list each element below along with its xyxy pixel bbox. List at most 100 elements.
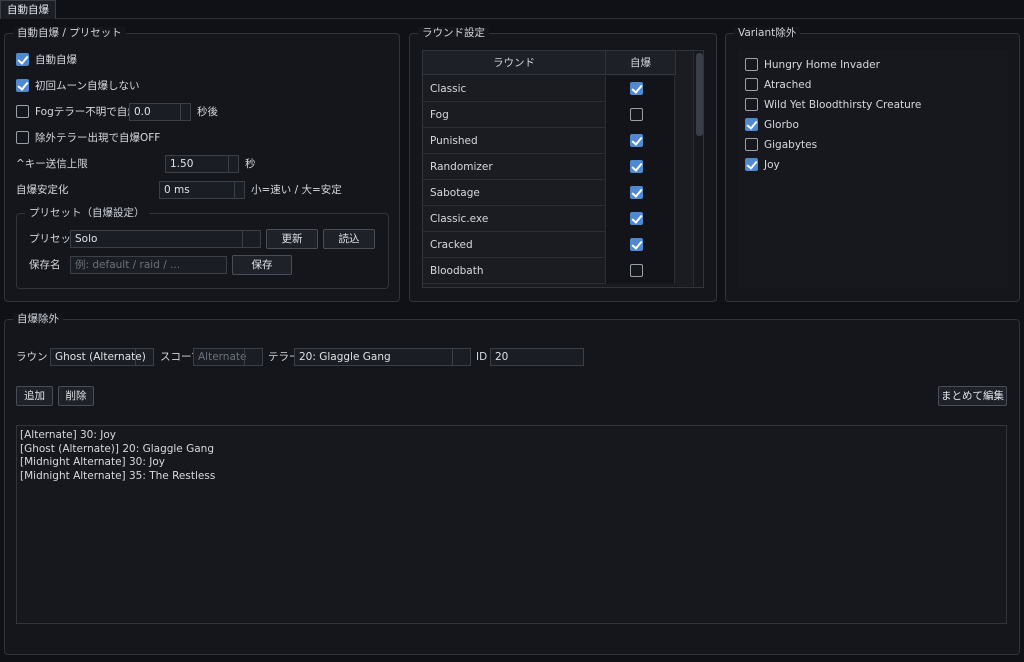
auto-cell[interactable] [606,258,675,284]
preset-group-title: プリセット（自爆設定） [25,207,149,220]
round-grid-scroll-thumb[interactable] [696,53,703,136]
variant-checkbox[interactable] [745,78,758,91]
round-name-cell[interactable]: Bloodbath [423,258,606,284]
stabilize-label: 自爆安定化 [16,184,69,196]
fog-seconds-spinner[interactable]: 0.0 [129,103,191,121]
exclude-off-label: 除外テラー出現で自爆OFF [35,132,161,144]
variant-checkbox[interactable] [745,158,758,171]
chevron-down-icon[interactable] [452,349,470,365]
skip-first-moon-label: 初回ムーン自爆しない [35,80,140,92]
round-filter-select[interactable]: Ghost (Alternate) [50,348,154,366]
chevron-down-icon[interactable] [135,349,153,365]
auto-column-header[interactable]: 自爆 [606,51,676,75]
preset-load-button[interactable]: 読込 [323,229,375,249]
round-name-cell[interactable]: Sabotage [423,180,606,206]
round-auto-checkbox[interactable] [630,186,643,199]
id-label: ID [476,351,488,363]
table-row[interactable]: Punished [423,128,675,154]
bulk-edit-button[interactable]: まとめて編集 [938,386,1007,406]
round-name-cell[interactable]: Cracked [423,232,606,258]
auto-cell[interactable] [606,232,675,258]
auto-cell[interactable] [606,76,675,102]
stabilize-spin-buttons[interactable] [234,182,244,198]
round-name-cell[interactable]: Fog [423,102,606,128]
save-name-input[interactable]: 例: default / raid / ... [70,256,227,274]
auto-enable-checkbox[interactable] [16,53,29,66]
fog-seconds-spin-buttons[interactable] [180,104,190,120]
round-settings-group-title: ラウンド設定 [418,27,489,40]
scope-select[interactable]: Alternate [193,348,263,366]
round-auto-checkbox[interactable] [630,264,643,277]
key-limit-label: ^キー送信上限 [16,158,88,170]
round-auto-checkbox[interactable] [630,108,643,121]
table-row[interactable]: Classic [423,76,675,102]
stabilize-value: 0 ms [164,184,190,196]
auto-cell[interactable] [606,128,675,154]
round-auto-checkbox[interactable] [630,238,643,251]
skip-first-moon-checkbox[interactable] [16,79,29,92]
auto-cell[interactable] [606,102,675,128]
key-limit-spin-buttons[interactable] [228,156,238,172]
terror-select[interactable]: 20: Glaggle Gang [294,348,471,366]
round-name-cell[interactable]: Classic [423,76,606,102]
round-auto-checkbox[interactable] [630,160,643,173]
preset-save-button[interactable]: 保存 [232,255,292,275]
preset-select-value: Solo [75,233,98,245]
auto-cell[interactable] [606,206,675,232]
variant-checkbox[interactable] [745,98,758,111]
variant-label: Wild Yet Bloodthirsty Creature [764,99,922,111]
auto-cell[interactable] [606,154,675,180]
table-row[interactable]: Fog [423,102,675,128]
list-item[interactable]: [Midnight Alternate] 30: Joy [20,456,165,469]
key-limit-spinner[interactable]: 1.50 [165,155,239,173]
variant-label: Hungry Home Invader [764,59,880,71]
tab-bar: 自動自爆 [0,0,1024,19]
preset-update-button[interactable]: 更新 [266,229,318,249]
terror-value: 20: Glaggle Gang [299,351,391,363]
round-name-cell[interactable]: Punished [423,128,606,154]
scope-placeholder: Alternate [198,351,247,363]
id-input[interactable]: 20 [490,348,584,366]
auto-cell[interactable] [606,180,675,206]
chevron-down-icon[interactable] [242,231,260,247]
delete-exclusion-button[interactable]: 削除 [58,386,94,406]
round-filter-value: Ghost (Alternate) [55,351,146,363]
round-auto-checkbox[interactable] [630,134,643,147]
stabilize-hint: 小=速い / 大=安定 [251,184,342,196]
variant-label: Gigabytes [764,139,818,151]
round-grid[interactable]: ラウンド 自爆 Classic Fog Punished Randomizer Sabo… [422,50,704,288]
variant-checkbox[interactable] [745,118,758,131]
exclusions-group-title: 自爆除外 [13,313,63,326]
list-item[interactable]: [Alternate] 30: Joy [20,429,116,442]
exclusion-list[interactable]: [Alternate] 30: Joy [Ghost (Alternate)] 2… [16,425,1007,624]
round-grid-scrollbar[interactable] [693,51,703,287]
list-item[interactable]: [Midnight Alternate] 35: The Restless [20,470,215,483]
preset-select[interactable]: Solo [70,230,261,248]
variant-checkbox[interactable] [745,58,758,71]
round-name-cell[interactable]: Randomizer [423,154,606,180]
add-exclusion-button[interactable]: 追加 [16,386,53,406]
round-auto-checkbox[interactable] [630,212,643,225]
table-row[interactable]: Bloodbath [423,258,675,284]
fog-seconds-value: 0.0 [134,106,151,118]
tab-auto-self-destruct[interactable]: 自動自爆 [0,0,56,19]
round-auto-checkbox[interactable] [630,82,643,95]
fog-checkbox[interactable] [16,105,29,118]
round-name-cell[interactable]: Classic.exe [423,206,606,232]
variant-label: Atrached [764,79,812,91]
table-row[interactable]: Randomizer [423,154,675,180]
exclude-off-checkbox[interactable] [16,131,29,144]
key-limit-value: 1.50 [170,158,194,170]
chevron-down-icon[interactable] [244,349,262,365]
key-limit-unit: 秒 [245,158,256,170]
variant-checkbox[interactable] [745,138,758,151]
variant-label: Glorbo [764,119,799,131]
stabilize-spinner[interactable]: 0 ms [159,181,245,199]
table-row[interactable]: Sabotage [423,180,675,206]
variant-label: Joy [764,159,780,171]
preset-group: プリセット（自爆設定） [16,207,389,289]
table-row[interactable]: Cracked [423,232,675,258]
table-row[interactable]: Classic.exe [423,206,675,232]
list-item[interactable]: [Ghost (Alternate)] 20: Glaggle Gang [20,443,214,456]
round-column-header[interactable]: ラウンド [423,51,606,75]
